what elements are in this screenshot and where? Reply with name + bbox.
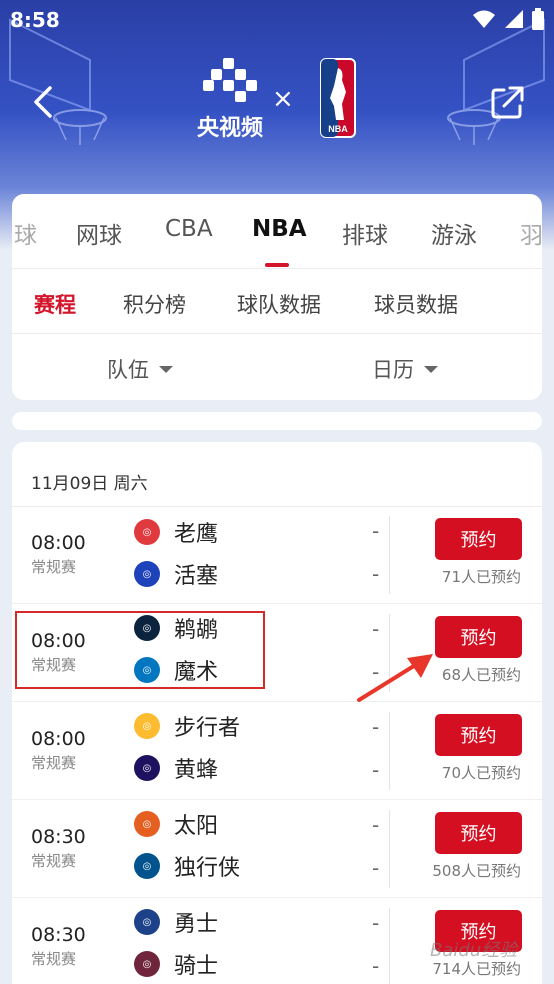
match-list-card: 11月09日 周六 08:00 常规赛 ◎ 老鹰 ◎ 活塞 - - 预约 71人… — [12, 442, 542, 984]
reserve-button[interactable]: 预约 — [435, 714, 522, 756]
reserve-button[interactable]: 预约 — [435, 616, 522, 658]
home-team: ◎ 老鹰 — [134, 515, 218, 549]
match-time: 08:00 — [31, 532, 86, 554]
away-team: ◎ 黄蜂 — [134, 751, 218, 785]
divider — [389, 712, 390, 790]
reserve-count: 68人已预约 — [441, 666, 521, 684]
match-row[interactable]: 08:00 常规赛 ◎ 老鹰 ◎ 活塞 - - 预约 71人已预约 — [12, 506, 542, 604]
pacers-logo-icon: ◎ — [134, 713, 160, 739]
home-score: - — [372, 813, 380, 837]
nba-logo-text: NBA — [328, 124, 348, 134]
cavaliers-logo-icon: ◎ — [134, 951, 160, 977]
divider — [389, 908, 390, 984]
calendar-filter-dropdown[interactable]: 日历 — [372, 354, 438, 384]
team-filter-label: 队伍 — [107, 358, 149, 382]
share-button[interactable] — [490, 84, 526, 120]
hawks-logo-icon: ◎ — [134, 519, 160, 545]
away-team: ◎ 活塞 — [134, 557, 218, 591]
team-name: 独行侠 — [174, 856, 241, 881]
date-label: 11月09日 周六 — [31, 474, 148, 494]
match-time: 08:00 — [31, 728, 86, 750]
away-score: - — [372, 856, 380, 880]
reserve-count: 508人已预约 — [432, 862, 521, 880]
cctv-video-brand: 央视频 — [185, 58, 275, 142]
tab-badminton-partial[interactable]: 羽 — [520, 216, 542, 250]
cctv-logo-icon — [203, 58, 257, 102]
tab-swimming[interactable]: 游泳 — [431, 216, 477, 250]
back-button[interactable] — [28, 82, 60, 122]
reserve-count: 71人已预约 — [441, 568, 521, 586]
tab-tennis[interactable]: 网球 — [76, 216, 122, 250]
status-time: 8:58 — [10, 8, 60, 32]
team-name: 活塞 — [174, 564, 219, 589]
tab-cba[interactable]: CBA — [165, 216, 213, 242]
caret-down-icon — [424, 365, 438, 373]
divider — [389, 516, 390, 594]
active-tab-indicator — [265, 263, 289, 267]
home-score: - — [372, 519, 380, 543]
home-team: ◎ 勇士 — [134, 905, 218, 939]
team-name: 骑士 — [174, 954, 219, 979]
collapsed-card — [12, 412, 542, 430]
match-row[interactable]: 08:00 常规赛 ◎ 步行者 ◎ 黄蜂 - - 预约 70人已预约 — [12, 702, 542, 800]
tab-player-stats[interactable]: 球员数据 — [374, 289, 458, 319]
away-score: - — [372, 562, 380, 586]
team-name: 太阳 — [174, 814, 219, 839]
away-score: - — [372, 954, 380, 978]
reserve-button[interactable]: 预约 — [435, 812, 522, 854]
match-time: 08:30 — [31, 826, 86, 848]
partner-separator: × — [272, 84, 294, 114]
tab-standings[interactable]: 积分榜 — [123, 289, 186, 319]
battery-icon — [532, 8, 544, 30]
annotation-highlight-box — [15, 611, 265, 689]
match-time: 08:30 — [31, 924, 86, 946]
match-type: 常规赛 — [31, 950, 77, 968]
brand-label: 央视频 — [196, 116, 263, 141]
divider — [12, 333, 542, 334]
sport-tabs: 球 网球 CBA NBA 排球 游泳 羽 — [12, 194, 542, 267]
tab-nba[interactable]: NBA — [252, 216, 307, 242]
match-row[interactable]: 08:30 常规赛 ◎ 太阳 ◎ 独行侠 - - 预约 508人已预约 — [12, 800, 542, 898]
schedule-nav-card: 球 网球 CBA NBA 排球 游泳 羽 赛程 积分榜 球队数据 球员数据 队伍… — [12, 194, 542, 400]
home-score: - — [372, 715, 380, 739]
mavericks-logo-icon: ◎ — [134, 853, 160, 879]
home-team: ◎ 步行者 — [134, 709, 240, 743]
annotation-arrow-icon — [357, 654, 433, 702]
match-type: 常规赛 — [31, 754, 77, 772]
reserve-count: 70人已预约 — [441, 764, 521, 782]
home-score: - — [372, 911, 380, 935]
signal-icon — [505, 10, 523, 28]
team-name: 勇士 — [174, 912, 219, 937]
pistons-logo-icon: ◎ — [134, 561, 160, 587]
tab-sport-partial-left[interactable]: 球 — [14, 216, 37, 250]
sub-tabs: 赛程 积分榜 球队数据 球员数据 — [12, 269, 542, 333]
baidu-watermark: Baidu经验 — [430, 940, 518, 961]
team-filter-dropdown[interactable]: 队伍 — [107, 354, 173, 384]
team-name: 老鹰 — [174, 522, 219, 547]
team-name: 黄蜂 — [174, 758, 219, 783]
nba-logo-icon: NBA — [320, 58, 356, 138]
warriors-logo-icon: ◎ — [134, 909, 160, 935]
tab-schedule[interactable]: 赛程 — [34, 289, 76, 319]
tab-volleyball[interactable]: 排球 — [342, 216, 388, 250]
status-bar: 8:58 — [0, 0, 554, 38]
wifi-icon — [473, 10, 495, 28]
team-name: 步行者 — [174, 716, 241, 741]
suns-logo-icon: ◎ — [134, 811, 160, 837]
divider — [389, 810, 390, 888]
match-type: 常规赛 — [31, 558, 77, 576]
away-team: ◎ 独行侠 — [134, 849, 240, 883]
home-team: ◎ 太阳 — [134, 807, 218, 841]
away-score: - — [372, 758, 380, 782]
away-team: ◎ 骑士 — [134, 947, 218, 981]
match-type: 常规赛 — [31, 852, 77, 870]
caret-down-icon — [159, 365, 173, 373]
reserve-button[interactable]: 预约 — [435, 518, 522, 560]
hornets-logo-icon: ◎ — [134, 755, 160, 781]
home-score: - — [372, 617, 380, 641]
tab-team-stats[interactable]: 球队数据 — [237, 289, 321, 319]
calendar-filter-label: 日历 — [372, 358, 414, 382]
